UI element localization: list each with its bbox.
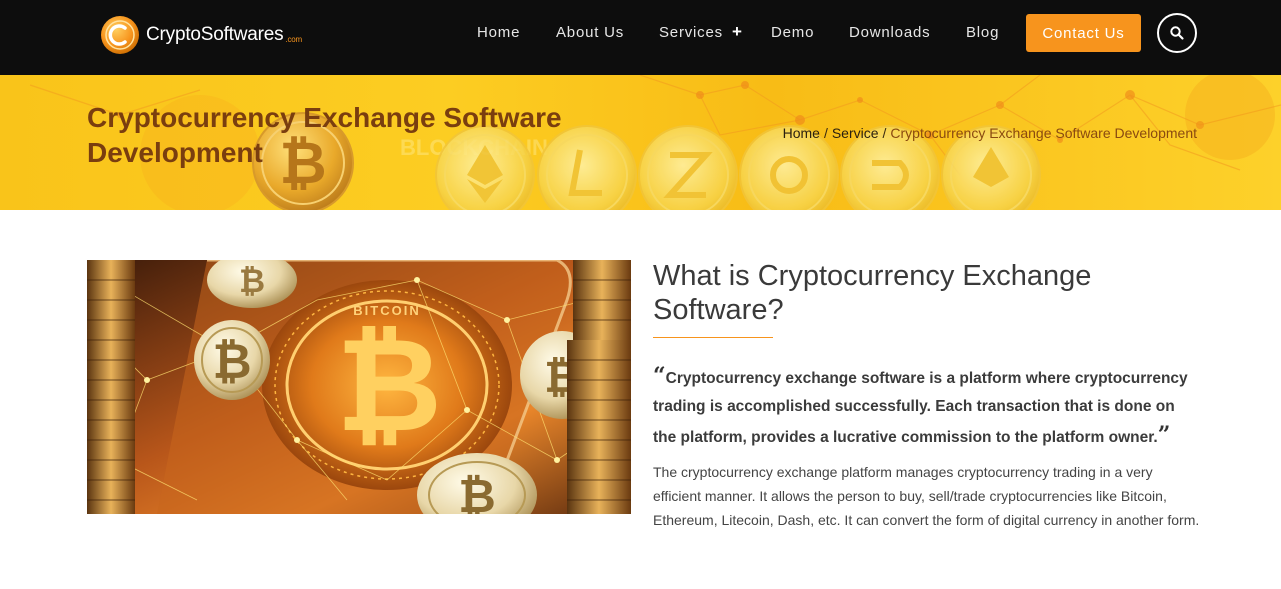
description-paragraph: The cryptocurrency exchange platform man…	[653, 464, 1200, 528]
logo-suffix: .com	[285, 35, 302, 44]
page-title: Cryptocurrency Exchange Software Develop…	[87, 102, 562, 168]
breadcrumb-separator: /	[823, 125, 828, 141]
bitcoin-image: ₿ BITCOIN ₿ ₿ ₿ ₿	[87, 260, 631, 514]
site-header: CryptoSoftwares .com Home About Us Servic…	[0, 0, 1281, 75]
highlight-quote: “Cryptocurrency exchange software is a p…	[653, 362, 1201, 452]
nav-home[interactable]: Home	[477, 23, 520, 43]
logo-coin-icon	[101, 16, 139, 54]
search-icon	[1170, 26, 1184, 40]
breadcrumb: Home / Service / Cryptocurrency Exchange Sof…	[783, 125, 1197, 141]
nav-downloads[interactable]: Downloads	[849, 23, 930, 43]
page-banner: BLOCKCHAIN ₿ Cryptocurrency E	[0, 75, 1281, 210]
breadcrumb-home[interactable]: Home	[783, 125, 820, 141]
site-logo[interactable]: CryptoSoftwares .com	[100, 14, 302, 56]
svg-text:₿: ₿	[212, 336, 251, 389]
open-quote-mark: “	[653, 363, 666, 389]
contact-us-button[interactable]: Contact Us	[1026, 14, 1141, 52]
quote-text: Cryptocurrency exchange software is a pl…	[653, 370, 1188, 446]
nav-blog[interactable]: Blog	[966, 23, 999, 43]
bitcoin-illustration: ₿ BITCOIN ₿ ₿ ₿ ₿	[87, 260, 631, 514]
nav-about-us[interactable]: About Us	[556, 23, 624, 43]
nav-services[interactable]: Services	[659, 23, 723, 43]
svg-text:₿: ₿	[336, 312, 442, 458]
section-heading: What is Cryptocurrency Exchange Software…	[653, 260, 1092, 326]
close-quote-mark: ”	[1157, 422, 1171, 448]
services-expand-icon[interactable]: +	[732, 22, 742, 42]
breadcrumb-current: Cryptocurrency Exchange Software Develop…	[890, 125, 1197, 141]
svg-text:₿: ₿	[239, 263, 265, 299]
logo-text: CryptoSoftwares .com	[146, 24, 302, 45]
search-button[interactable]	[1157, 13, 1197, 53]
breadcrumb-separator: /	[882, 125, 887, 141]
heading-underline	[653, 337, 773, 338]
svg-text:BITCOIN: BITCOIN	[353, 303, 420, 318]
svg-text:₿: ₿	[458, 470, 496, 514]
nav-demo[interactable]: Demo	[771, 23, 814, 43]
breadcrumb-service[interactable]: Service	[832, 125, 879, 141]
